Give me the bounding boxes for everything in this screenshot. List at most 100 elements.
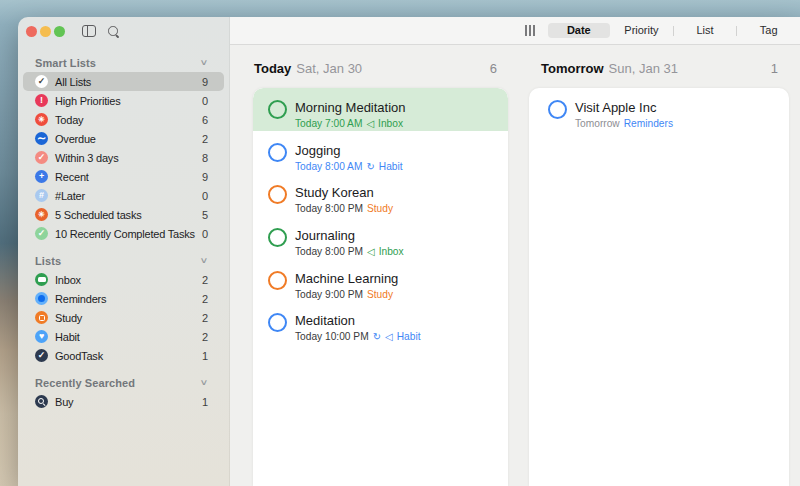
sidebar-item-label: Reminders [55, 293, 106, 305]
item-count: 0 [198, 95, 208, 107]
sidebar-lists: Smart Lists∨✓All Lists9!High Priorities0… [18, 53, 229, 411]
task-title: Visit Apple Inc [575, 100, 673, 116]
task-complete-circle[interactable] [268, 185, 287, 204]
study-icon [35, 311, 48, 324]
task-row-jogging[interactable]: JoggingToday 8:00 AM↻Habit [253, 131, 508, 174]
sidebar-item-within-3-days[interactable]: ✓Within 3 days8 [23, 148, 224, 167]
sidebar-item--later[interactable]: ##Later0 [23, 186, 224, 205]
overdue-icon: ∼ [35, 132, 48, 145]
item-count: 2 [198, 331, 208, 343]
task-subtitle: Today 7:00 AM◁Inbox [295, 118, 406, 130]
task-time: Today 9:00 PM [295, 289, 363, 301]
chevron-down-icon[interactable]: ∨ [200, 378, 209, 387]
task-subtitle: Today 9:00 PM Study [295, 289, 398, 301]
task-subtitle: Tomorrow Reminders [575, 118, 673, 130]
zoom-button[interactable] [54, 26, 66, 38]
task-row-machine-learning[interactable]: Machine Learning Today 9:00 PM Study [253, 259, 508, 302]
column-count: 6 [490, 61, 497, 76]
item-count: 9 [198, 76, 208, 88]
tab-date[interactable]: Date [548, 23, 611, 38]
task-time: Today 8:00 AM [295, 161, 362, 173]
speaker-icon: ◁ [385, 331, 393, 343]
task-title: Study Korean [295, 185, 393, 201]
habit-icon: ♥ [35, 330, 48, 343]
columns-view-icon[interactable] [525, 25, 535, 36]
sidebar-item-high-priorities[interactable]: !High Priorities0 [23, 91, 224, 110]
view-segmented-control: DatePriorityListTag [548, 23, 800, 38]
task-title: Journaling [295, 228, 404, 244]
sidebar-item-inbox[interactable]: Inbox2 [23, 270, 224, 289]
task-time: Tomorrow [575, 118, 620, 130]
scheduled-tasks-icon: ✳ [35, 208, 48, 221]
task-text: Machine Learning Today 9:00 PM Study [295, 271, 398, 302]
tab-list[interactable]: List [674, 23, 737, 38]
task-list-name[interactable]: Habit [397, 331, 421, 343]
task-list-name[interactable]: Study [367, 203, 393, 215]
sidebar-item-all-lists[interactable]: ✓All Lists9 [23, 72, 224, 91]
column-title: Tomorrow [541, 61, 604, 76]
column-header: TomorrowSun, Jan 311 [529, 45, 789, 88]
section-header-lists[interactable]: Lists∨ [23, 251, 224, 270]
sidebar-item-overdue[interactable]: ∼Overdue2 [23, 129, 224, 148]
sidebar-item-label: Recent [55, 171, 89, 183]
task-row-visit-apple-inc[interactable]: Visit Apple Inc Tomorrow Reminders [529, 88, 789, 131]
close-button[interactable] [26, 26, 38, 38]
task-list-name[interactable]: Inbox [378, 118, 403, 130]
item-count: 6 [198, 114, 208, 126]
tab-priority[interactable]: Priority [610, 23, 673, 38]
sidebar-item-recent[interactable]: +Recent9 [23, 167, 224, 186]
sidebar-item-study[interactable]: Study 2 [23, 308, 224, 327]
search-icon [35, 395, 48, 408]
task-complete-circle[interactable] [268, 100, 287, 119]
chevron-down-icon[interactable]: ∨ [200, 256, 209, 265]
tab-tag[interactable]: Tag [737, 23, 800, 38]
task-complete-circle[interactable] [268, 271, 287, 290]
column-date: Sat, Jan 30 [296, 61, 362, 76]
sidebar-item-label: Habit [55, 331, 80, 343]
sidebar-item-label: Within 3 days [55, 152, 118, 164]
minimize-button[interactable] [40, 26, 52, 38]
section-header-recently-searched[interactable]: Recently Searched∨ [23, 373, 224, 392]
sidebar-item-label: Study [55, 312, 82, 324]
sidebar-item-habit[interactable]: ♥ Habit 2 [23, 327, 224, 346]
goodtask-window: Smart Lists∨✓All Lists9!High Priorities0… [18, 17, 800, 486]
search-icon[interactable] [107, 25, 119, 37]
task-complete-circle[interactable] [268, 313, 287, 332]
sidebar-item-today[interactable]: ✳Today6 [23, 110, 224, 129]
sidebar-item-10-recently-completed-tasks[interactable]: ✓10 Recently Completed Tasks0 [23, 224, 224, 243]
task-complete-circle[interactable] [548, 100, 567, 119]
task-card: Visit Apple Inc Tomorrow Reminders [529, 88, 789, 486]
item-count: 9 [198, 171, 208, 183]
repeat-icon: ↻ [373, 331, 381, 343]
task-list-name[interactable]: Habit [379, 161, 403, 173]
inbox-icon [35, 273, 48, 286]
task-complete-circle[interactable] [268, 143, 287, 162]
section-header-smart-lists[interactable]: Smart Lists∨ [23, 53, 224, 72]
column-title: Today [254, 61, 291, 76]
task-row-study-korean[interactable]: Study KoreanToday 8:00 PMStudy [253, 173, 508, 216]
task-complete-circle[interactable] [268, 228, 287, 247]
chevron-down-icon[interactable]: ∨ [200, 58, 209, 67]
main-area: DatePriorityListTag Today Sat, Jan 30 6 Mor… [230, 17, 800, 486]
item-count: 2 [198, 133, 208, 145]
sidebar-item-label: Today [55, 114, 83, 126]
item-count: 2 [198, 312, 208, 324]
sidebar-item-label: 10 Recently Completed Tasks [55, 228, 195, 240]
reminders-icon [35, 292, 48, 305]
traffic-lights [26, 26, 66, 38]
task-title: Machine Learning [295, 271, 398, 287]
task-list-name[interactable]: Inbox [379, 246, 404, 258]
task-subtitle: Today 8:00 AM↻Habit [295, 161, 403, 173]
item-count: 1 [198, 350, 208, 362]
task-list-name[interactable]: Study [367, 289, 393, 301]
task-row-morning-meditation[interactable]: Morning MeditationToday 7:00 AM◁Inbox [253, 88, 508, 131]
task-list-name[interactable]: Reminders [624, 118, 673, 130]
sidebar-toggle-icon[interactable] [82, 25, 96, 37]
sidebar-item-5-scheduled-tasks[interactable]: ✳5 Scheduled tasks5 [23, 205, 224, 224]
task-text: JournalingToday 8:00 PM◁Inbox [295, 228, 404, 259]
task-row-journaling[interactable]: JournalingToday 8:00 PM◁Inbox [253, 216, 508, 259]
sidebar-item-reminders[interactable]: Reminders2 [23, 289, 224, 308]
sidebar-item-goodtask[interactable]: ✓GoodTask1 [23, 346, 224, 365]
task-row-meditation[interactable]: MeditationToday 10:00 PM↻◁Habit [253, 301, 508, 344]
sidebar-item-buy[interactable]: Buy1 [23, 392, 224, 411]
